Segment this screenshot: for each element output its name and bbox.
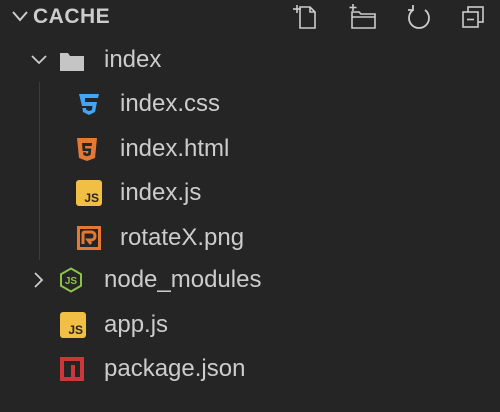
tree-item-label: index.html <box>120 135 230 162</box>
npm-package-icon <box>60 357 84 381</box>
collapse-all-button[interactable] <box>458 2 488 32</box>
refresh-button[interactable] <box>404 2 434 32</box>
tree-file-package-json[interactable]: package.json <box>0 347 500 391</box>
js-file-icon: JS <box>60 312 86 338</box>
html-file-icon <box>77 138 97 161</box>
tree-item-label: index <box>104 46 162 73</box>
explorer-section-header[interactable]: CACHE <box>0 0 500 36</box>
section-title: CACHE <box>33 5 111 28</box>
collapse-all-icon <box>462 6 484 28</box>
chevron-right-icon[interactable] <box>30 271 48 289</box>
css-file-icon <box>79 94 99 115</box>
tree-file-rotatex-png[interactable]: rotateX.png <box>0 216 500 260</box>
svg-text:JS: JS <box>65 276 78 287</box>
folder-icon <box>60 53 84 71</box>
chevron-down-icon[interactable] <box>10 6 30 26</box>
tree-item-label: node_modules <box>104 266 262 293</box>
tree-item-label: rotateX.png <box>120 224 245 251</box>
nodejs-folder-icon: JS <box>60 267 82 293</box>
tree-item-label: index.js <box>120 179 202 206</box>
refresh-icon <box>408 5 430 29</box>
new-file-icon <box>293 5 316 29</box>
tree-folder-index[interactable]: index <box>0 38 500 82</box>
js-file-icon: JS <box>76 180 102 206</box>
explorer-panel: CACHE index index.css index.html JS inde… <box>0 0 500 412</box>
tree-file-index-html[interactable]: index.html <box>0 127 500 171</box>
tree-item-label: app.js <box>104 311 169 338</box>
tree-item-label: index.css <box>120 90 221 117</box>
tree-file-index-css[interactable]: index.css <box>0 82 500 126</box>
tree-item-label: package.json <box>104 355 246 382</box>
image-file-icon <box>77 226 101 250</box>
tree-file-index-js[interactable]: JS index.js <box>0 171 500 215</box>
new-folder-icon <box>349 4 376 29</box>
tree-folder-node-modules[interactable]: JS node_modules <box>0 258 500 302</box>
new-file-button[interactable] <box>292 2 322 32</box>
tree-file-app-js[interactable]: JS app.js <box>0 303 500 347</box>
chevron-down-icon[interactable] <box>30 51 48 69</box>
new-folder-button[interactable] <box>348 2 378 32</box>
